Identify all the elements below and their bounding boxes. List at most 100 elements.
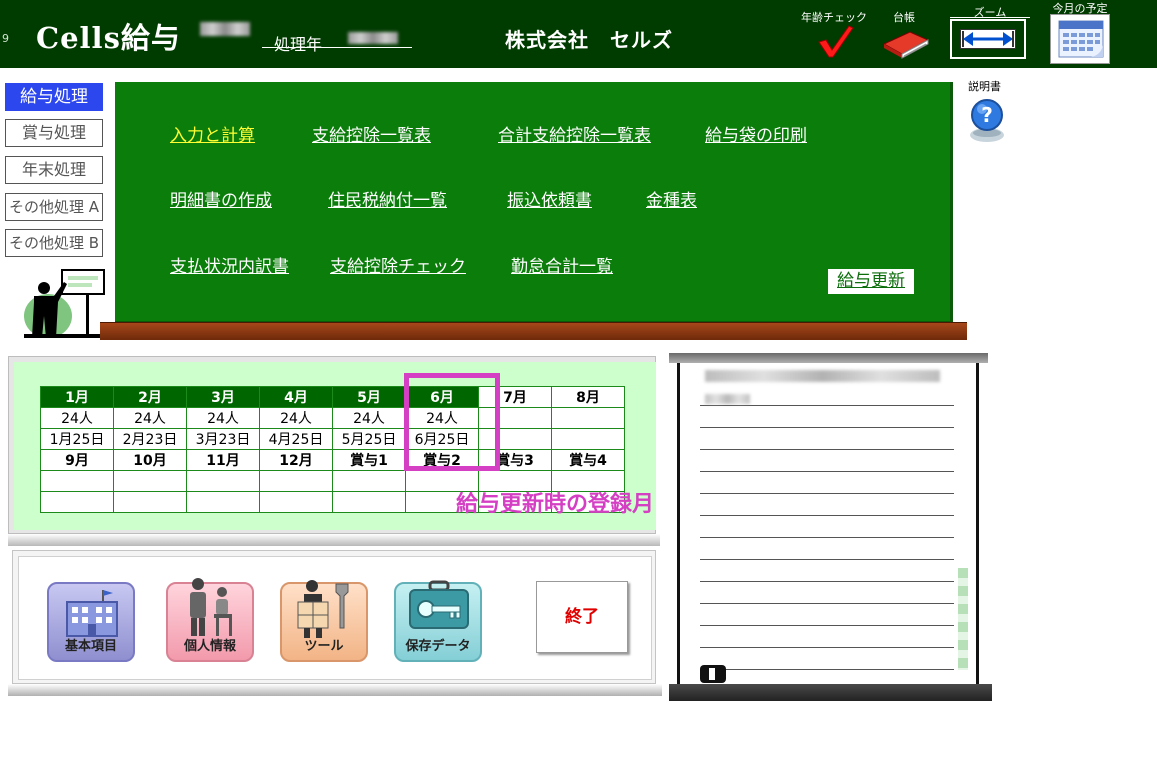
svg-text:?: ? [981,103,993,127]
month-cell[interactable]: 11月 [186,449,260,471]
notebook-clip-icon [700,665,726,683]
menu-payment-deduction-list[interactable]: 支給控除一覧表 [312,121,431,146]
tab-bonus[interactable]: 賞与処理 [5,119,103,147]
months-row: 1月 2月 3月 4月 5月 6月 7月 8月 [40,386,625,408]
saved-data-button[interactable]: 保存データ [394,580,482,662]
highlight-box [404,373,500,471]
headcount-cell: 24人 [40,407,114,429]
menu-payment-deduction-check[interactable]: 支給控除チェック [330,252,466,277]
pay-date-cell: 2月23日 [113,428,187,450]
headcount-cell: 24人 [113,407,187,429]
age-check-label: 年齢チェック [801,11,867,24]
tab-year-end[interactable]: 年末処理 [5,156,103,184]
tools-label: ツール [304,639,344,654]
zoom-button[interactable] [950,19,1026,59]
basic-items-label: 基本項目 [64,639,117,654]
pay-date-cell [551,428,625,450]
month-cell[interactable]: 12月 [259,449,333,471]
headcount-cell [551,407,625,429]
month-cell[interactable]: 1月 [40,386,114,408]
empty-cell [40,491,114,513]
pay-date-cell: 5月25日 [332,428,406,450]
menu-payment-breakdown[interactable]: 支払状況内訳書 [170,252,289,277]
tools-shelf [8,684,662,696]
calendar-shelf [8,534,660,546]
payroll-update-button[interactable]: 給与更新 [828,269,914,294]
redacted-field [200,22,250,36]
calendar-icon [1058,20,1104,58]
notebook-bottom-bar [669,684,992,701]
month-cell[interactable]: 8月 [551,386,625,408]
menu-total-payment-deduction-list[interactable]: 合計支給控除一覧表 [498,121,651,146]
headcount-cell: 24人 [259,407,333,429]
personal-info-button[interactable]: 個人情報 [166,578,254,662]
notebook-scroll-marker [958,568,968,670]
empty-cell [186,470,260,492]
saved-data-label: 保存データ [405,639,471,654]
menu-resident-tax-list[interactable]: 住民税納付一覧 [328,186,447,211]
worker-tools-icon [297,580,349,638]
tools-button[interactable]: ツール [280,580,368,662]
manual-label: 説明書 [968,80,1001,93]
presenter-icon [24,269,106,338]
months-row-bottom: 9月 10月 11月 12月 賞与1 賞与2 賞与3 賞与4 [40,449,625,471]
pay-date-cell: 1月25日 [40,428,114,450]
schedule-button[interactable] [1050,14,1110,64]
pay-date-row: 1月25日 2月23日 3月23日 4月25日 5月25日 6月25日 [40,428,625,450]
empty-cell [186,491,260,513]
tab-payroll[interactable]: 給与処理 [5,83,103,111]
headcount-cell: 24人 [332,407,406,429]
redacted-note [705,370,940,382]
exit-button[interactable]: 終了 [536,581,628,653]
redacted-year [348,32,398,44]
tab-other-a[interactable]: その他処理 A [5,193,103,221]
key-case-icon [409,580,469,629]
help-icon: ? [970,99,1004,142]
empty-cell [40,470,114,492]
menu-attendance-total-list[interactable]: 勤怠合計一覧 [511,252,613,277]
menu-create-statement[interactable]: 明細書の作成 [170,186,272,211]
company-name: 株式会社 セルズ [505,28,673,52]
menu-transfer-request[interactable]: 振込依頼書 [507,186,592,211]
redacted-note [705,394,750,404]
pay-date-cell: 4月25日 [259,428,333,450]
bonus-cell[interactable]: 賞与1 [332,449,406,471]
month-cell[interactable]: 10月 [113,449,187,471]
people-icon [190,578,232,636]
book-icon [882,31,930,59]
presenter-illustration [24,268,106,338]
personal-info-label: 個人情報 [183,639,236,654]
building-icon [66,590,118,637]
bonus-cell[interactable]: 賞与4 [551,449,625,471]
basic-items-button[interactable]: 基本項目 [47,582,135,662]
ledger-label: 台帳 [893,11,915,24]
manual-button[interactable]: ? [967,97,1007,145]
month-cell[interactable]: 4月 [259,386,333,408]
year-underline [262,47,412,48]
board-ledge [100,322,967,340]
empty-cell [113,491,187,513]
app-title: Cells給与 [36,21,181,55]
notebook-top-bar [669,353,988,363]
menu-denomination-table[interactable]: 金種表 [646,186,697,211]
pay-date-cell: 3月23日 [186,428,260,450]
month-cell[interactable]: 3月 [186,386,260,408]
zoom-window [960,29,1016,49]
empty-cell [332,470,406,492]
empty-cell [259,470,333,492]
age-check-button[interactable] [815,24,855,58]
menu-input-calc[interactable]: 入力と計算 [170,121,255,146]
tab-other-b[interactable]: その他処理 B [5,229,103,257]
zoom-label-underline [950,17,1030,18]
ledger-button[interactable] [880,24,932,60]
menu-pay-envelope-print[interactable]: 給与袋の印刷 [705,121,807,146]
month-cell[interactable]: 2月 [113,386,187,408]
month-cell[interactable]: 9月 [40,449,114,471]
notebook-lines [700,384,954,674]
row-number: 9 [2,32,9,45]
headcount-row: 24人 24人 24人 24人 24人 24人 [40,407,625,429]
empty-cell [332,491,406,513]
month-cell[interactable]: 5月 [332,386,406,408]
empty-cell [113,470,187,492]
headcount-cell: 24人 [186,407,260,429]
